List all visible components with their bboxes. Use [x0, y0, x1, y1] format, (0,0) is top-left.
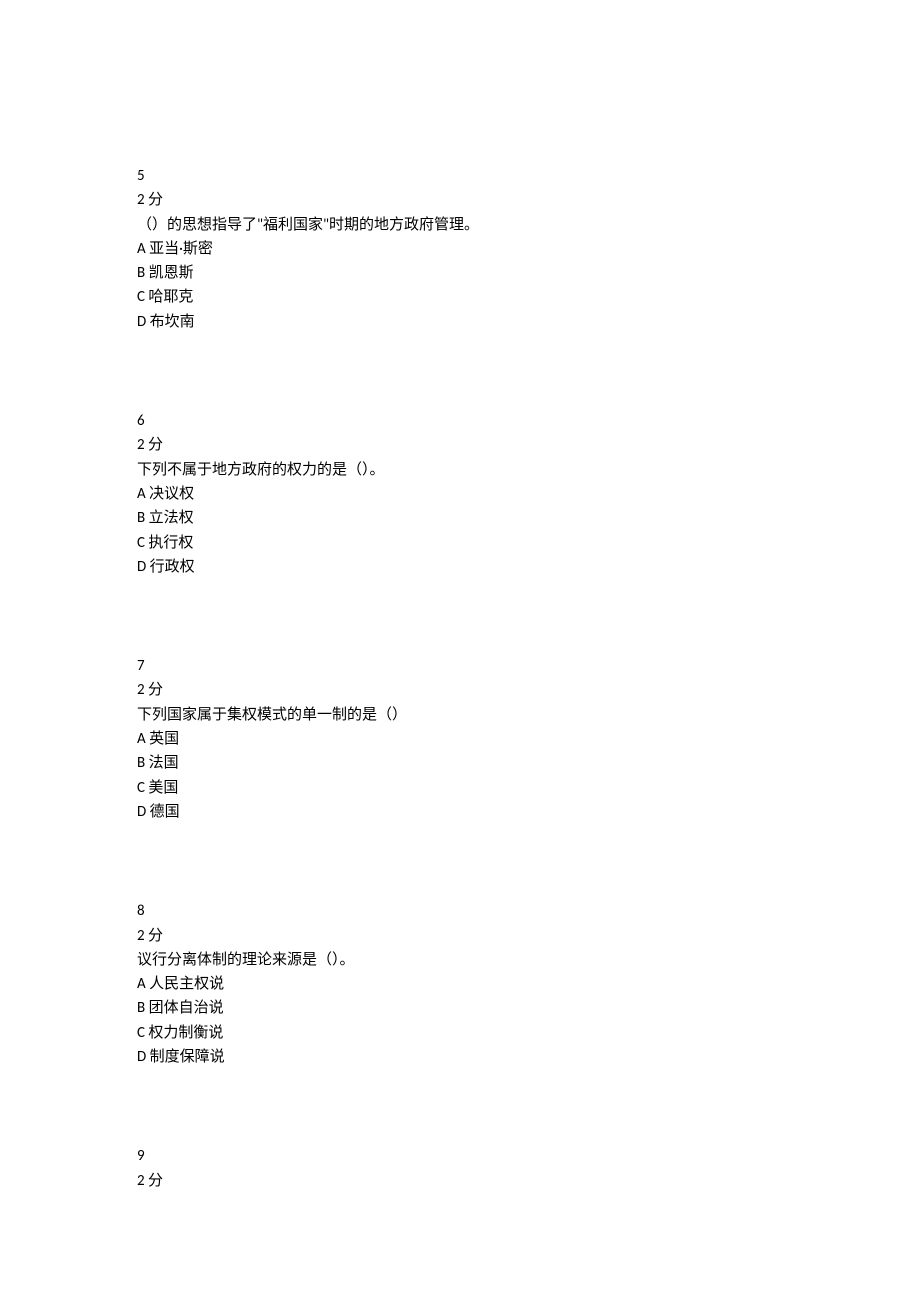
option-text: 亚当·斯密: [146, 240, 213, 258]
question-text: 议行分离体制的理论来源是（）。: [137, 948, 920, 972]
question-points: 2 分: [137, 678, 920, 702]
option-text: 布坎南: [146, 313, 194, 331]
option-letter: A: [137, 975, 146, 993]
question-block: 62 分下列不属于地方政府的权力的是（）。A 决议权B 立法权C 执行权D 行政…: [137, 409, 920, 579]
question-number: 7: [137, 654, 920, 678]
option: B 团体自治说: [137, 996, 920, 1020]
option-text: 立法权: [145, 509, 193, 527]
option: C 美国: [137, 776, 920, 800]
option: B 凯恩斯: [137, 261, 920, 285]
option-text: 法国: [145, 754, 178, 772]
option-text: 执行权: [145, 534, 193, 552]
question-number: 9: [137, 1144, 920, 1168]
option-text: 制度保障说: [146, 1048, 224, 1066]
option-letter: D: [137, 313, 146, 331]
option-text: 英国: [146, 730, 179, 748]
option-letter: B: [137, 999, 145, 1017]
question-points: 2 分: [137, 1169, 920, 1193]
question-number: 5: [137, 164, 920, 188]
option: B 法国: [137, 751, 920, 775]
option: A 亚当·斯密: [137, 237, 920, 261]
option-letter: A: [137, 485, 146, 503]
question-text: 下列国家属于集权模式的单一制的是（）: [137, 703, 920, 727]
option-text: 权力制衡说: [145, 1024, 223, 1042]
question-block: 82 分议行分离体制的理论来源是（）。A 人民主权说B 团体自治说C 权力制衡说…: [137, 899, 920, 1069]
option-letter: D: [137, 558, 146, 576]
option: D 布坎南: [137, 310, 920, 334]
option-letter: C: [137, 1024, 145, 1042]
question-block: 92 分: [137, 1144, 920, 1193]
option: B 立法权: [137, 506, 920, 530]
question-text: 下列不属于地方政府的权力的是（）。: [137, 458, 920, 482]
option-letter: A: [137, 240, 146, 258]
option-letter: C: [137, 779, 145, 797]
question-number: 6: [137, 409, 920, 433]
option-letter: B: [137, 264, 145, 282]
option-text: 行政权: [146, 558, 194, 576]
option: A 决议权: [137, 482, 920, 506]
question-block: 52 分（）的思想指导了"福利国家"时期的地方政府管理。A 亚当·斯密B 凯恩斯…: [137, 164, 920, 334]
option: C 权力制衡说: [137, 1021, 920, 1045]
option: A 人民主权说: [137, 972, 920, 996]
option: C 执行权: [137, 531, 920, 555]
question-points: 2 分: [137, 188, 920, 212]
option: C 哈耶克: [137, 285, 920, 309]
option: D 德国: [137, 800, 920, 824]
option-letter: D: [137, 1048, 146, 1066]
option-text: 哈耶克: [145, 288, 193, 306]
option-text: 决议权: [146, 485, 194, 503]
question-text: （）的思想指导了"福利国家"时期的地方政府管理。: [137, 213, 920, 237]
option-letter: A: [137, 730, 146, 748]
question-points: 2 分: [137, 924, 920, 948]
option-text: 美国: [145, 779, 178, 797]
option-text: 团体自治说: [145, 999, 223, 1017]
option: D 行政权: [137, 555, 920, 579]
question-number: 8: [137, 899, 920, 923]
option-letter: D: [137, 803, 146, 821]
option-letter: B: [137, 754, 145, 772]
option-text: 凯恩斯: [145, 264, 193, 282]
option-letter: C: [137, 288, 145, 306]
option: A 英国: [137, 727, 920, 751]
option-letter: C: [137, 534, 145, 552]
option: D 制度保障说: [137, 1045, 920, 1069]
option-letter: B: [137, 509, 145, 527]
option-text: 德国: [146, 803, 179, 821]
option-text: 人民主权说: [146, 975, 224, 993]
question-points: 2 分: [137, 433, 920, 457]
question-block: 72 分下列国家属于集权模式的单一制的是（）A 英国B 法国C 美国D 德国: [137, 654, 920, 824]
